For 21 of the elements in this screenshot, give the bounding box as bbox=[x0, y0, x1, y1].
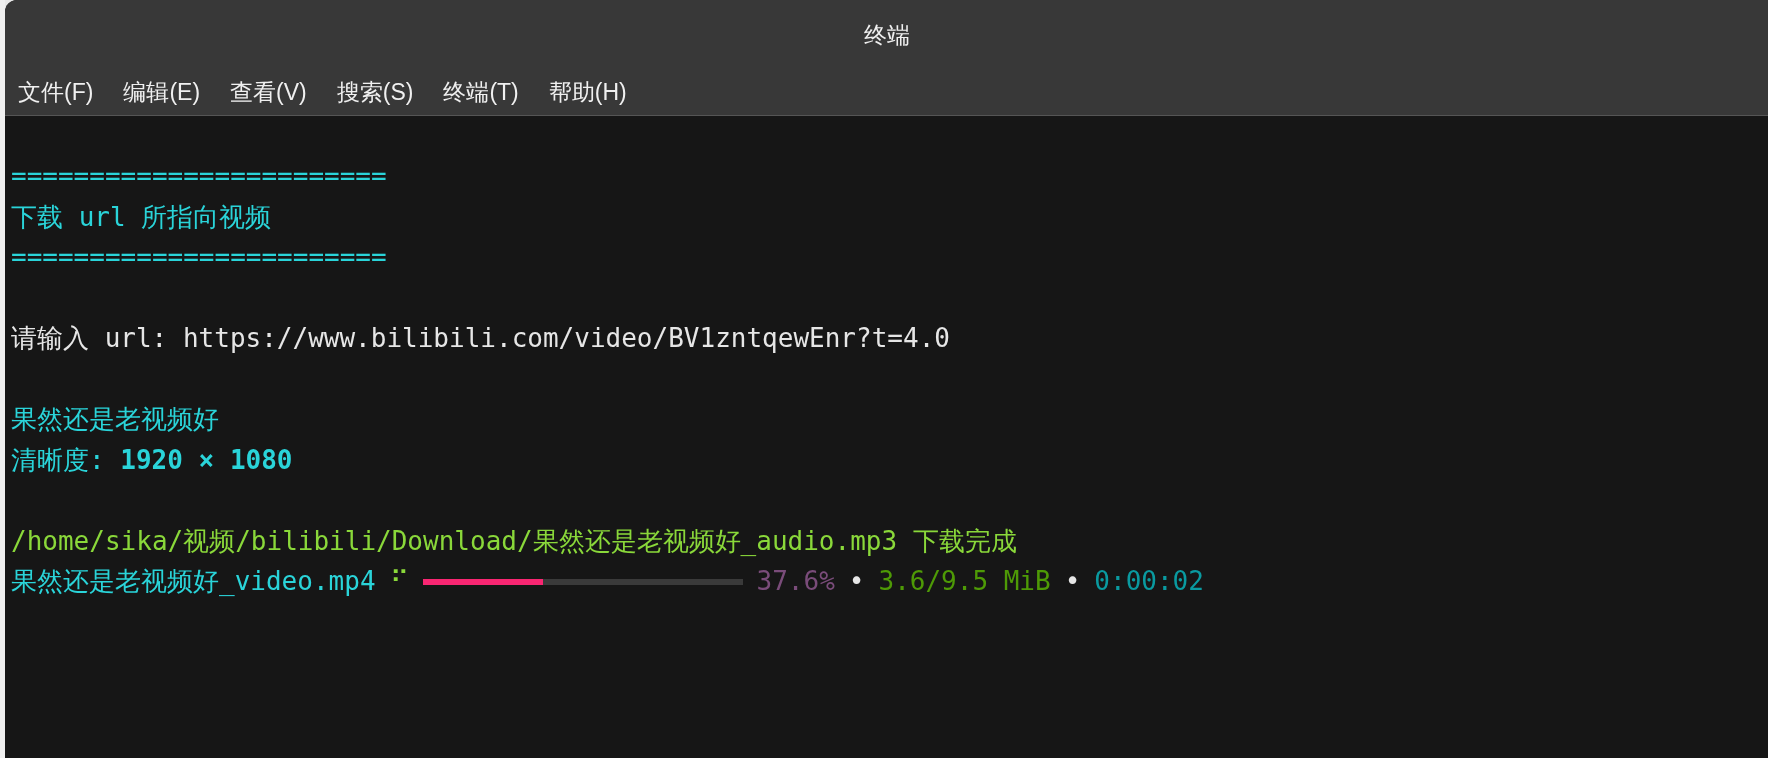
file-name: 果然还是老视频好_video.mp4 bbox=[11, 565, 376, 599]
menu-item[interactable]: 编辑(E) bbox=[123, 75, 201, 110]
terminal-text: 清晰度: 1920 × 1080 bbox=[11, 443, 293, 477]
terminal-text: 下载 url 所指向视频 bbox=[11, 200, 272, 234]
menu-item[interactable]: 帮助(H) bbox=[548, 75, 627, 110]
separator-dot: • bbox=[1064, 565, 1081, 599]
spinner-glyph: ⠋ bbox=[389, 565, 409, 599]
percent-text: 37.6% bbox=[756, 565, 835, 599]
size-text: 3.6/9.5 MiB bbox=[878, 565, 1051, 599]
menu-item[interactable]: 查看(V) bbox=[230, 75, 307, 110]
menu-item[interactable]: 搜索(S) bbox=[336, 75, 414, 110]
terminal-text: ======================== bbox=[11, 160, 387, 194]
separator-dot: • bbox=[848, 565, 865, 599]
window-title: 终端 bbox=[863, 20, 910, 50]
terminal-text: 请输入 url: https://www.bilibili.com/video/BV1zntqewEnr?t=4.0 bbox=[11, 322, 950, 356]
terminal-text: ======================== bbox=[11, 241, 387, 275]
terminal-text: /home/sika/视频/bilibili/Download/果然还是老视频好_audio.mp3 下载完成 bbox=[11, 524, 1017, 558]
elapsed-time: 0:00:02 bbox=[1094, 565, 1204, 599]
menu-item[interactable]: 文件(F) bbox=[18, 75, 94, 110]
menu-item[interactable]: 终端(T) bbox=[443, 75, 519, 110]
terminal-text: 果然还是老视频好 bbox=[11, 403, 219, 437]
